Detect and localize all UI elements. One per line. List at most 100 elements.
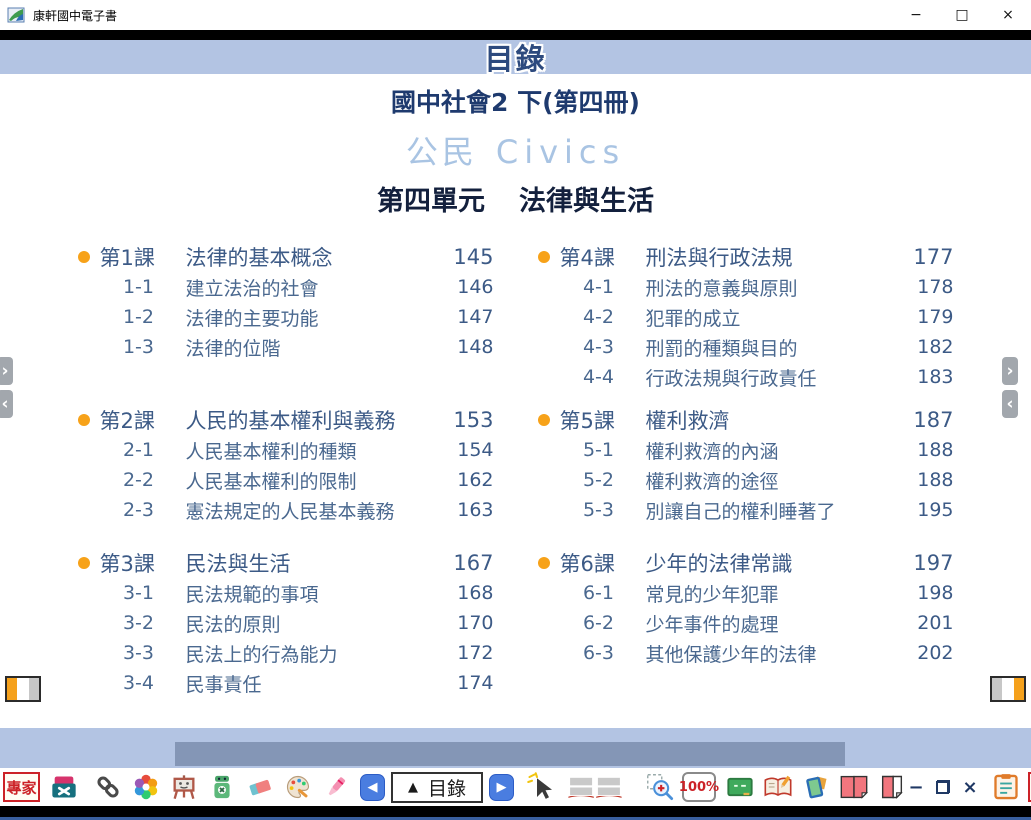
lesson-header-row[interactable]: 第5課 權利救濟 187 bbox=[532, 405, 960, 435]
left-nav-back-button[interactable]: ‹ bbox=[0, 390, 13, 418]
subitem-code: 3-3 bbox=[98, 642, 180, 664]
subitem-title: 常見的少年犯罪 bbox=[640, 580, 904, 607]
subitem-code: 2-1 bbox=[98, 439, 180, 461]
subitem-code: 1-1 bbox=[98, 276, 180, 298]
toc-subitem-row[interactable]: 1-3 法律的位階 148 bbox=[72, 332, 500, 362]
lesson-header-row[interactable]: 第3課 民法與生活 167 bbox=[72, 548, 500, 578]
left-side-nav: › ‹ bbox=[0, 357, 13, 418]
page-title: 目錄 bbox=[484, 36, 546, 78]
current-page-label: 目錄 bbox=[428, 774, 466, 801]
next-page-button[interactable]: ▶ bbox=[489, 774, 514, 801]
toc-subitem-row[interactable]: 2-3 憲法規定的人民基本義務 163 bbox=[72, 495, 500, 525]
lesson-label: 第2課 bbox=[98, 405, 180, 435]
window-maximize-button[interactable]: □ bbox=[939, 0, 985, 30]
subitem-page-number: 147 bbox=[444, 306, 500, 328]
toc-subitem-row[interactable]: 5-3 別讓自己的權利睡著了 195 bbox=[532, 495, 960, 525]
page-indicator-box[interactable]: ▲ 目錄 bbox=[391, 772, 483, 803]
subitem-page-number: 170 bbox=[444, 612, 500, 634]
toc-subitem-row[interactable]: 4-4 行政法規與行政責任 183 bbox=[532, 362, 960, 392]
toc-subitem-row[interactable]: 6-3 其他保護少年的法律 202 bbox=[532, 638, 960, 668]
link-icon[interactable] bbox=[92, 771, 124, 803]
lesson-page-number: 145 bbox=[444, 245, 500, 269]
toc-subitem-row[interactable]: 6-2 少年事件的處理 201 bbox=[532, 608, 960, 638]
lesson-header-row[interactable]: 第2課 人民的基本權利與義務 153 bbox=[72, 405, 500, 435]
toc-subitem-row[interactable]: 4-3 刑罰的種類與目的 182 bbox=[532, 332, 960, 362]
zoom-magnifier-icon[interactable] bbox=[644, 771, 676, 803]
subitem-title: 法律的主要功能 bbox=[180, 304, 444, 331]
right-nav-forward-button[interactable]: › bbox=[1002, 357, 1018, 385]
subitem-title: 人民基本權利的限制 bbox=[180, 467, 444, 494]
window-minimize-button[interactable]: − bbox=[893, 0, 939, 30]
subitem-title: 犯罪的成立 bbox=[640, 304, 904, 331]
subitem-code: 3-1 bbox=[98, 582, 180, 604]
lesson-header-row[interactable]: 第1課 法律的基本概念 145 bbox=[72, 242, 500, 272]
page-corner-flip-right-button[interactable] bbox=[990, 676, 1026, 702]
window-controls: − □ × bbox=[893, 0, 1031, 30]
open-book-icon[interactable] bbox=[566, 771, 624, 803]
lesson-title: 法律的基本概念 bbox=[180, 242, 444, 272]
subitem-code: 4-3 bbox=[558, 336, 640, 358]
workbook-icon[interactable] bbox=[762, 771, 794, 803]
window-close-button[interactable]: × bbox=[985, 0, 1031, 30]
toc-subitem-row[interactable]: 3-2 民法的原則 170 bbox=[72, 608, 500, 638]
toc-subitem-row[interactable]: 5-2 權利救濟的途徑 188 bbox=[532, 465, 960, 495]
prev-page-button[interactable]: ◀ bbox=[360, 774, 385, 801]
toc-subitem-row[interactable]: 3-4 民事責任 174 bbox=[72, 668, 500, 698]
subitem-code: 3-4 bbox=[98, 672, 180, 694]
toolbar-restore-button[interactable] bbox=[936, 771, 950, 803]
palette-icon[interactable] bbox=[282, 771, 314, 803]
lesson-title: 權利救濟 bbox=[640, 405, 904, 435]
page-menu-triangle-icon: ▲ bbox=[408, 780, 418, 795]
subitem-code: 3-2 bbox=[98, 612, 180, 634]
toc-subitem-row[interactable]: 2-2 人民基本權利的限制 162 bbox=[72, 465, 500, 495]
pinwheel-icon[interactable] bbox=[130, 771, 162, 803]
toolbox-icon[interactable] bbox=[48, 771, 80, 803]
subitem-page-number: 201 bbox=[904, 612, 960, 634]
right-nav-back-button[interactable]: ‹ bbox=[1002, 390, 1018, 418]
subitem-page-number: 188 bbox=[904, 439, 960, 461]
toc-subitem-row[interactable]: 1-2 法律的主要功能 147 bbox=[72, 302, 500, 332]
toc-lesson: 第4課 刑法與行政法規 177 4-1 刑法的意義與原則 178 4-2 犯罪的… bbox=[532, 242, 960, 392]
lesson-header-row[interactable]: 第4課 刑法與行政法規 177 bbox=[532, 242, 960, 272]
lesson-header-row[interactable]: 第6課 少年的法律常識 197 bbox=[532, 548, 960, 578]
chalkboard-icon[interactable] bbox=[724, 771, 756, 803]
prev-arrow-icon: ◀ bbox=[368, 780, 378, 795]
toc-subitem-row[interactable]: 5-1 權利救濟的內涵 188 bbox=[532, 435, 960, 465]
expert-mode-button[interactable]: 專家 bbox=[3, 772, 40, 802]
clipboard-icon[interactable] bbox=[990, 771, 1022, 803]
toc-subitem-row[interactable]: 4-1 刑法的意義與原則 178 bbox=[532, 272, 960, 302]
marker-icon[interactable] bbox=[320, 771, 352, 803]
app-window: 康軒國中電子書 − □ × 目錄 國中社會2 下(第四冊) 公民Civics 第… bbox=[0, 0, 1031, 820]
subitem-code: 1-2 bbox=[98, 306, 180, 328]
toc-subitem-row[interactable]: 3-3 民法上的行為能力 172 bbox=[72, 638, 500, 668]
page-scrollbar[interactable] bbox=[175, 742, 845, 766]
subitem-page-number: 182 bbox=[904, 336, 960, 358]
toc-subitem-row[interactable]: 6-1 常見的少年犯罪 198 bbox=[532, 578, 960, 608]
page-corner-flip-left-button[interactable] bbox=[5, 676, 41, 702]
two-page-view-icon[interactable] bbox=[838, 771, 870, 803]
lesson-label: 第4課 bbox=[558, 242, 640, 272]
subitem-page-number: 172 bbox=[444, 642, 500, 664]
subitem-page-number: 163 bbox=[444, 499, 500, 521]
lesson-page-number: 177 bbox=[904, 245, 960, 269]
tablet-icon[interactable] bbox=[800, 771, 832, 803]
toc-subitem-row[interactable]: 3-1 民法規範的事項 168 bbox=[72, 578, 500, 608]
toc-subitem-row[interactable]: 2-1 人民基本權利的種類 154 bbox=[72, 435, 500, 465]
robot-eraser-icon[interactable] bbox=[206, 771, 238, 803]
toc-lesson: 第3課 民法與生活 167 3-1 民法規範的事項 168 3-2 民法的原則 … bbox=[72, 548, 500, 698]
subitem-code: 5-1 bbox=[558, 439, 640, 461]
toolbar-close-button[interactable]: × bbox=[962, 771, 978, 803]
toc-subitem-row[interactable]: 4-2 犯罪的成立 179 bbox=[532, 302, 960, 332]
subitem-title: 建立法治的社會 bbox=[180, 274, 444, 301]
toolbar-minimize-button[interactable]: − bbox=[908, 771, 924, 803]
pointer-tool-icon[interactable] bbox=[526, 771, 558, 803]
subitem-page-number: 188 bbox=[904, 469, 960, 491]
easel-icon[interactable] bbox=[168, 771, 200, 803]
zoom-level-indicator[interactable]: 100% bbox=[682, 772, 716, 802]
toc-subitem-row[interactable]: 1-1 建立法治的社會 146 bbox=[72, 272, 500, 302]
lesson-page-number: 187 bbox=[904, 408, 960, 432]
one-page-view-icon[interactable] bbox=[876, 771, 908, 803]
eraser-icon[interactable] bbox=[244, 771, 276, 803]
left-nav-forward-button[interactable]: › bbox=[0, 357, 13, 385]
subitem-page-number: 148 bbox=[444, 336, 500, 358]
